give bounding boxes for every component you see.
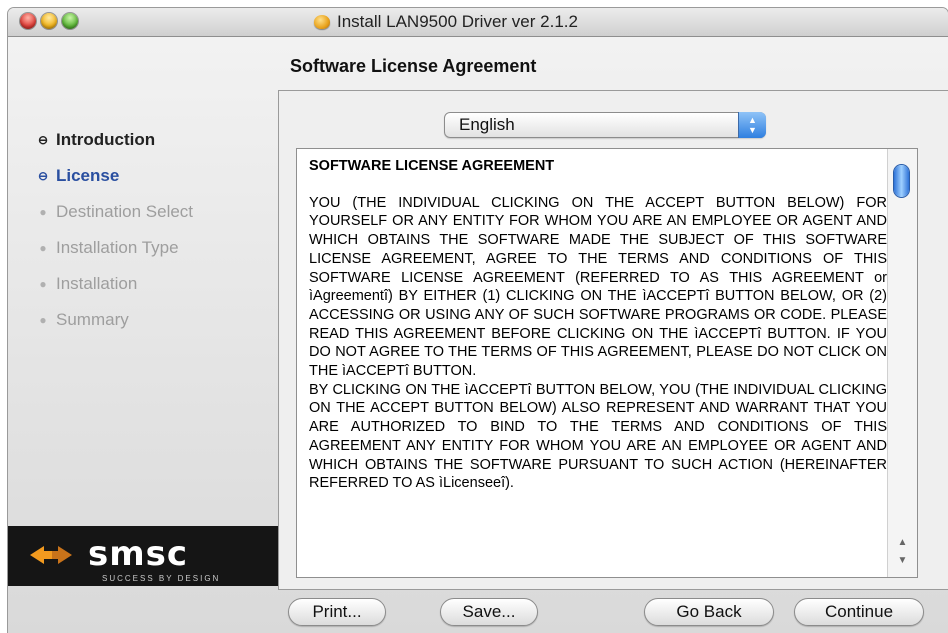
continue-button[interactable]: Continue (794, 598, 924, 626)
window-title-text: Install LAN9500 Driver ver 2.1.2 (337, 12, 578, 31)
logo-tagline: SUCCESS BY DESIGN (102, 574, 221, 583)
save-button[interactable]: Save... (440, 598, 538, 626)
step-destination-select: ● Destination Select (38, 194, 193, 230)
step-introduction: ⊖ Introduction (38, 122, 193, 158)
license-paragraph: YOU (THE INDIVIDUAL CLICKING ON THE ACCE… (309, 194, 887, 380)
step-installation-type: ● Installation Type (38, 230, 193, 266)
scroll-thumb[interactable] (894, 165, 909, 197)
step-installation: ● Installation (38, 266, 193, 302)
vertical-scrollbar[interactable]: ▲ ▼ (887, 149, 917, 577)
step-current-icon: ⊖ (38, 169, 49, 183)
step-label: Installation (56, 274, 138, 293)
select-arrows-icon: ▲ ▼ (738, 112, 766, 138)
smsc-logo-icon (30, 546, 72, 564)
step-summary: ● Summary (38, 302, 193, 338)
logo-wordmark: smsc (88, 534, 189, 574)
step-label: Installation Type (56, 238, 179, 257)
language-select-value: English (459, 115, 515, 134)
print-button[interactable]: Print... (288, 598, 386, 626)
close-window-button[interactable] (20, 13, 36, 29)
step-pending-icon: ● (39, 241, 47, 255)
step-done-icon: ⊖ (38, 133, 49, 147)
package-icon (314, 15, 330, 29)
language-select[interactable]: English ▲ ▼ (444, 112, 766, 138)
step-label: Destination Select (56, 202, 194, 221)
window-title: Install LAN9500 Driver ver 2.1.2 (314, 12, 578, 32)
step-label: License (56, 166, 120, 185)
step-pending-icon: ● (39, 277, 47, 291)
step-label: Introduction (56, 130, 156, 149)
zoom-window-button[interactable] (62, 13, 78, 29)
scroll-down-arrow-icon[interactable]: ▼ (894, 553, 911, 569)
license-text: SOFTWARE LICENSE AGREEMENT YOU (THE INDI… (309, 157, 887, 493)
step-pending-icon: ● (39, 205, 47, 219)
title-bar[interactable]: Install LAN9500 Driver ver 2.1.2 (8, 8, 948, 37)
pane-title: Software License Agreement (290, 56, 537, 76)
go-back-button[interactable]: Go Back (644, 598, 774, 626)
step-license: ⊖ License (38, 158, 193, 194)
installer-window: Install LAN9500 Driver ver 2.1.2 Softwar… (8, 8, 948, 633)
scroll-up-arrow-icon[interactable]: ▲ (894, 535, 911, 551)
license-heading: SOFTWARE LICENSE AGREEMENT (309, 158, 555, 174)
step-pending-icon: ● (39, 313, 47, 327)
minimize-window-button[interactable] (41, 13, 57, 29)
installer-steps: ⊖ Introduction ⊖ License ● Destination Sele… (38, 122, 193, 338)
license-text-view[interactable]: SOFTWARE LICENSE AGREEMENT YOU (THE INDI… (296, 148, 918, 578)
license-paragraph: BY CLICKING ON THE ìACCEPTî BUTTON BELOW… (309, 381, 887, 492)
step-label: Summary (56, 310, 129, 329)
